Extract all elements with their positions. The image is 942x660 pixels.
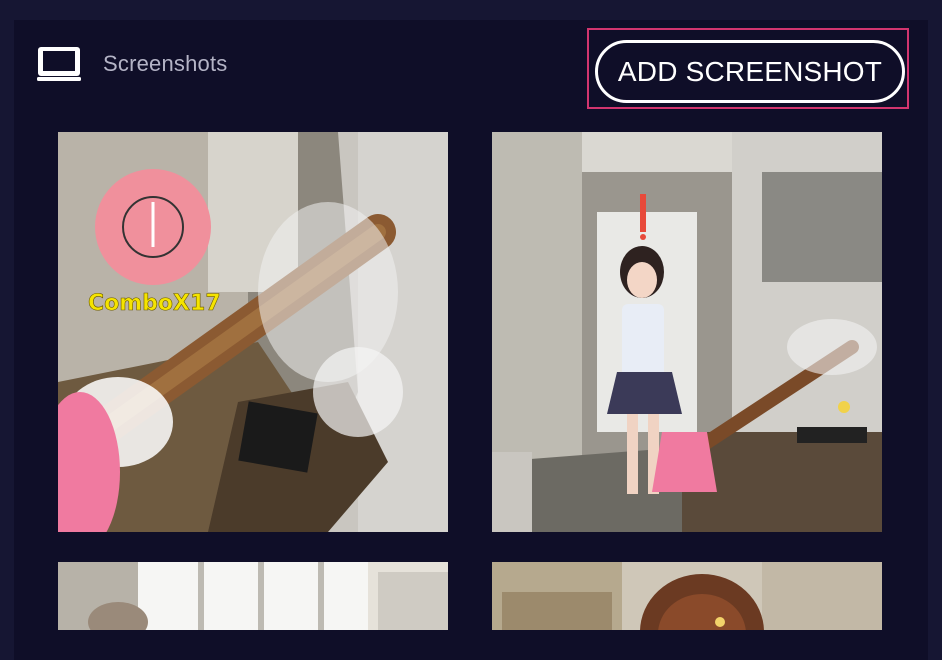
add-screenshot-button[interactable]: ADD SCREENSHOT: [595, 40, 905, 103]
screenshot-thumbnail[interactable]: [492, 132, 882, 532]
laptop-icon: [37, 46, 81, 82]
section-title: Screenshots: [103, 51, 228, 76]
combo-text: ComboX17: [88, 291, 221, 316]
screenshot-thumbnail[interactable]: [492, 562, 882, 630]
screenshot-thumbnail[interactable]: [58, 562, 448, 630]
screenshot-thumbnail[interactable]: ComboX17: [58, 132, 448, 532]
